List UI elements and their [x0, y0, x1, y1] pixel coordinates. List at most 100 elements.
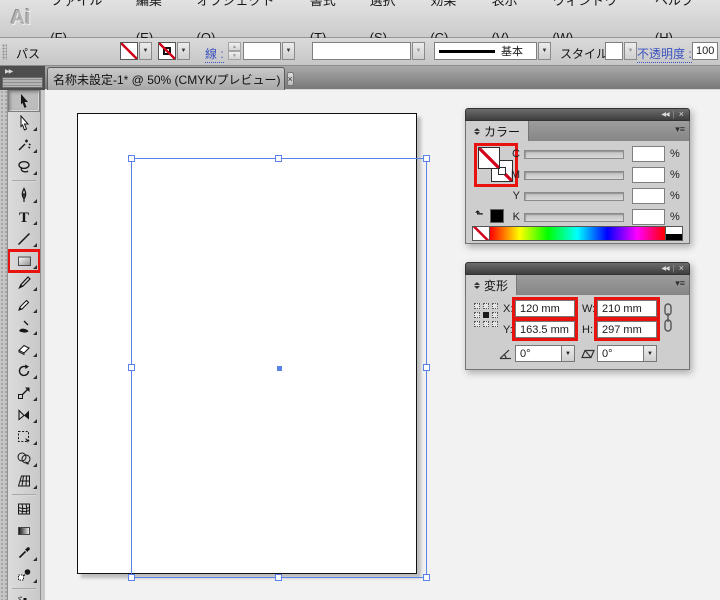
channel-slider[interactable]	[524, 150, 624, 159]
fill-dropdown-button[interactable]: ▼	[139, 42, 152, 60]
rotate-angle-value[interactable]: 0°	[515, 345, 561, 362]
stroke-weight-combo[interactable]: ▼	[243, 42, 295, 60]
pencil-tool[interactable]	[8, 294, 40, 316]
pen-tool[interactable]	[8, 184, 40, 206]
document-tab[interactable]: 名称未設定-1* @ 50% (CMYK/プレビュー) ×	[47, 67, 285, 90]
free-transform-tool[interactable]	[8, 426, 40, 448]
perspective-grid-tool[interactable]	[8, 470, 40, 492]
magic-wand-tool[interactable]	[8, 134, 40, 156]
chevron-down-icon[interactable]: ▼	[538, 42, 551, 60]
ref-point[interactable]	[474, 303, 480, 309]
dock-edge-grip[interactable]	[0, 90, 7, 600]
reference-point-locator[interactable]	[474, 303, 502, 331]
stroke-panel-link[interactable]: 線 :	[205, 45, 224, 63]
mesh-tool[interactable]	[8, 498, 40, 520]
rotate-angle-combo[interactable]: 0° ▼	[515, 345, 575, 362]
channel-value-field[interactable]	[632, 146, 665, 162]
stroke-weight-value[interactable]	[243, 42, 281, 60]
collapse-panel-icon[interactable]: ◀◀	[661, 266, 668, 272]
shear-angle-combo[interactable]: 0° ▼	[597, 345, 657, 362]
selection-handle-w[interactable]	[128, 364, 135, 371]
channel-value-field[interactable]	[632, 167, 665, 183]
selection-center-point[interactable]	[277, 366, 282, 371]
brush-definition-combo[interactable]: 基本 ▼	[434, 42, 551, 60]
chevron-down-icon[interactable]: ▼	[624, 42, 637, 60]
selection-handle-nw[interactable]	[128, 155, 135, 162]
opacity-field[interactable]: 100	[692, 42, 718, 60]
opacity-link[interactable]: 不透明度 :	[637, 45, 692, 63]
scale-tool[interactable]	[8, 382, 40, 404]
artboard[interactable]	[77, 113, 417, 574]
close-panel-icon[interactable]: ×	[679, 110, 684, 119]
y-field[interactable]: 163.5 mm	[515, 321, 575, 338]
ref-point[interactable]	[474, 312, 480, 318]
h-field[interactable]: 297 mm	[597, 321, 657, 338]
paintbrush-tool[interactable]	[8, 272, 40, 294]
channel-slider[interactable]	[524, 171, 624, 180]
blob-brush-tool[interactable]	[8, 316, 40, 338]
stroke-dropdown-button[interactable]: ▼	[177, 42, 190, 60]
channel-slider[interactable]	[524, 213, 624, 222]
chevron-down-icon[interactable]: ▼	[282, 42, 295, 60]
blend-tool[interactable]	[8, 564, 40, 586]
variable-width-value[interactable]	[312, 42, 411, 60]
ref-point[interactable]	[492, 303, 498, 309]
eyedropper-tool[interactable]	[8, 542, 40, 564]
ref-point-center[interactable]	[483, 312, 489, 318]
chevron-down-icon[interactable]: ▼	[412, 42, 425, 60]
collapse-panel-icon[interactable]: ◀◀	[661, 112, 668, 118]
selection-handle-se[interactable]	[423, 574, 430, 581]
channel-slider[interactable]	[524, 192, 624, 201]
spinner-up-icon[interactable]: ▲	[228, 42, 241, 51]
selection-handle-n[interactable]	[275, 155, 282, 162]
ref-point[interactable]	[474, 321, 480, 327]
expand-dock-icon[interactable]: ▶▶	[5, 68, 12, 75]
spectrum-ramp[interactable]	[490, 227, 665, 240]
fill-proxy-swatch[interactable]	[478, 147, 500, 169]
ref-point[interactable]	[483, 303, 489, 309]
channel-value-field[interactable]	[632, 188, 665, 204]
eraser-tool[interactable]	[8, 338, 40, 360]
stroke-weight-stepper[interactable]: ▲ ▼	[228, 42, 241, 60]
variable-width-profile-combo[interactable]: ▼	[312, 42, 425, 60]
style-value[interactable]	[605, 42, 623, 60]
tab-color[interactable]: カラー	[466, 121, 529, 141]
ref-point[interactable]	[483, 321, 489, 327]
spinner-down-icon[interactable]: ▼	[228, 51, 241, 60]
chevron-down-icon[interactable]: ▼	[561, 345, 575, 362]
line-segment-tool[interactable]	[8, 228, 40, 250]
close-panel-icon[interactable]: ×	[679, 264, 684, 273]
gradient-tool[interactable]	[8, 520, 40, 542]
black-swatch[interactable]	[666, 234, 682, 241]
selection-handle-ne[interactable]	[423, 155, 430, 162]
selection-handle-e[interactable]	[423, 364, 430, 371]
tab-transform[interactable]: 変形	[466, 275, 517, 295]
chevron-down-icon[interactable]: ▼	[643, 345, 657, 362]
fill-none-swatch[interactable]	[120, 42, 138, 60]
none-color-swatch[interactable]	[473, 227, 490, 240]
w-field[interactable]: 210 mm	[597, 300, 657, 317]
symbol-sprayer-tool[interactable]	[8, 592, 40, 600]
selection-tool[interactable]	[8, 90, 40, 112]
shape-builder-tool[interactable]	[8, 448, 40, 470]
selection-handle-s[interactable]	[275, 574, 282, 581]
selection-handle-sw[interactable]	[128, 574, 135, 581]
rotate-tool[interactable]	[8, 360, 40, 382]
stroke-none-swatch[interactable]	[158, 42, 176, 60]
panel-menu-icon[interactable]: ▾≡	[675, 278, 685, 289]
black-color-swatch[interactable]	[490, 209, 504, 223]
graphic-style-combo[interactable]: ▼	[605, 42, 637, 60]
document-close-button[interactable]: ×	[287, 72, 294, 86]
x-field[interactable]: 120 mm	[515, 300, 575, 317]
selection-bounding-box[interactable]	[131, 158, 427, 578]
channel-value-field[interactable]	[632, 209, 665, 225]
shear-angle-value[interactable]: 0°	[597, 345, 643, 362]
ref-point[interactable]	[492, 321, 498, 327]
constrain-proportions-icon[interactable]	[663, 301, 673, 335]
type-tool[interactable]: T	[8, 206, 40, 228]
dock-grip[interactable]	[2, 77, 43, 88]
rectangle-tool[interactable]	[8, 250, 40, 272]
brush-definition-field[interactable]: 基本	[434, 42, 537, 60]
ref-point[interactable]	[492, 312, 498, 318]
direct-selection-tool[interactable]	[8, 112, 40, 134]
